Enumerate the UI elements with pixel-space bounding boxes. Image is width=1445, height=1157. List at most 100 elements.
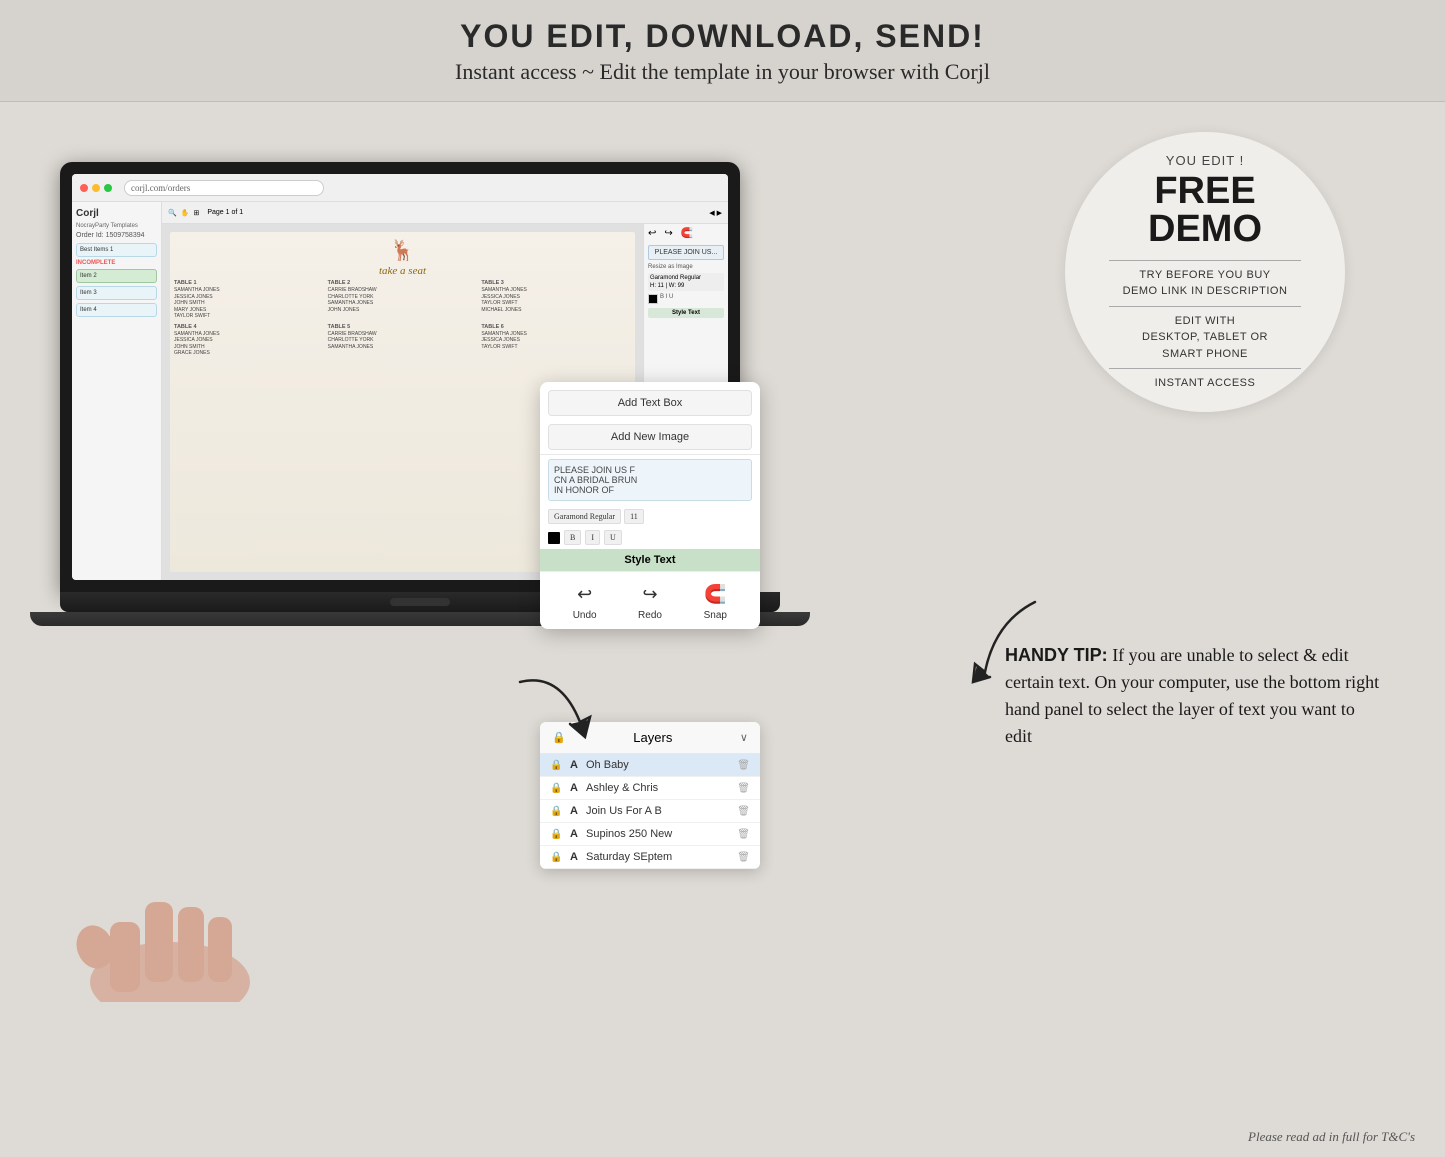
add-text-box-btn[interactable]: Add Text Box <box>548 390 752 416</box>
layer-lock-4: 🔒 <box>550 852 562 863</box>
layer-name-1: Ashley & Chris <box>586 782 731 794</box>
layer-delete-4[interactable]: 🗑 <box>737 852 750 863</box>
table-col-5: TABLE 5 CARRIE BRADSHAWCHARLOTTE YORKSAM… <box>328 324 478 357</box>
corjl-logo: Corjl <box>76 206 157 223</box>
panel-color-row: B I U <box>648 294 724 304</box>
table-label-6: TABLE 6 <box>481 324 631 330</box>
demo-free-label: FREE <box>1154 172 1255 210</box>
corjl-brand: NocrayParty Templates <box>76 223 157 229</box>
bold-btn[interactable]: B <box>564 530 581 545</box>
layer-item-2[interactable]: 🔒 A Join Us For A B 🗑 <box>540 800 760 823</box>
layer-delete-0[interactable]: 🗑 <box>737 760 750 771</box>
redo-tool[interactable]: ↪ Redo <box>636 580 664 621</box>
main-area: corjl.com/orders Corjl NocrayParty Templ… <box>0 102 1445 1157</box>
panel-undo-icon: ↩ <box>648 228 656 239</box>
toolbar-zoom: 🔍 <box>168 209 177 217</box>
layer-type-2: A <box>568 805 580 817</box>
demo-edit-with: EDIT WITH <box>1175 313 1236 330</box>
add-new-image-btn[interactable]: Add New Image <box>548 424 752 450</box>
panel-text-edit: PLEASE JOIN US... <box>648 245 724 260</box>
table-col-3: TABLE 3 SAMANTHA JONESJESSICA JONESTAYLO… <box>481 280 631 320</box>
table-1-names: SAMANTHA JONESJESSICA JONESJOHN SMITHMAR… <box>174 287 324 320</box>
corjl-sidebar: Corjl NocrayParty Templates Order Id: 15… <box>72 202 162 580</box>
table-label-1: TABLE 1 <box>174 280 324 286</box>
snap-tool[interactable]: 🧲 Snap <box>701 580 729 621</box>
demo-divider-3 <box>1109 368 1301 369</box>
panel-snap-icon: 🧲 <box>681 228 693 239</box>
demo-divider-2 <box>1109 306 1301 307</box>
panel-font-settings: Garamond Regular H: 11 | W: 99 <box>648 273 724 291</box>
redo-label: Redo <box>638 610 662 621</box>
layer-type-1: A <box>568 782 580 794</box>
table-col-2: TABLE 2 CARRIE BRADSHAWCHARLOTTE YORKSAM… <box>328 280 478 320</box>
toolbar-crop: ⊞ <box>193 209 199 217</box>
demo-demo-label: DEMO <box>1148 210 1262 248</box>
demo-instant: INSTANT ACCESS <box>1155 375 1256 392</box>
demo-phone: SMART PHONE <box>1162 346 1248 363</box>
table-4-names: SAMANTHA JONESJESSICA JONESJOHN SMITHGRA… <box>174 331 324 357</box>
undo-icon: ↩ <box>571 580 599 608</box>
banner-title: YOU EDIT, DOWNLOAD, SEND! <box>0 18 1445 55</box>
demo-you-edit-label: YOU EDIT ! <box>1166 153 1244 168</box>
undo-tool[interactable]: ↩ Undo <box>571 580 599 621</box>
toolbar-hand: ✋ <box>181 209 190 217</box>
table-col-4: TABLE 4 SAMANTHA JONESJESSICA JONESJOHN … <box>174 324 324 357</box>
corjl-sidebar-item-3: Item 3 <box>76 286 157 300</box>
italic-btn[interactable]: I <box>585 530 600 545</box>
table-col-1: TABLE 1 SAMANTHA JONESJESSICA JONESJOHN … <box>174 280 324 320</box>
snap-icon: 🧲 <box>701 580 729 608</box>
layers-list: 🔒 A Oh Baby 🗑 🔒 A Ashley & Chris 🗑 🔒 A J… <box>540 754 760 869</box>
browser-dot-red <box>80 184 88 192</box>
layer-lock-1: 🔒 <box>550 783 562 794</box>
mobile-text-editor: PLEASE JOIN US FCN A BRIDAL BRUNIN HONOR… <box>548 459 752 501</box>
table-3-names: SAMANTHA JONESJESSICA JONESTAYLOR SWIFTM… <box>481 287 631 313</box>
free-demo-circle: YOU EDIT ! FREE DEMO TRY BEFORE YOU BUY … <box>1065 132 1345 412</box>
corjl-order: Order Id: 1509758394 <box>76 232 157 239</box>
table-label-5: TABLE 5 <box>328 324 478 330</box>
layers-chevron: ∨ <box>740 731 748 744</box>
layer-delete-1[interactable]: 🗑 <box>737 783 750 794</box>
banner-subtitle: Instant access ~ Edit the template in yo… <box>0 59 1445 85</box>
table-col-6: TABLE 6 SAMANTHA JONESJESSICA JONESTAYLO… <box>481 324 631 357</box>
browser-chrome: corjl.com/orders <box>72 174 728 202</box>
demo-link: DEMO LINK IN DESCRIPTION <box>1123 283 1288 300</box>
panel-divider <box>540 454 760 455</box>
color-swatch <box>548 532 560 544</box>
table-2-names: CARRIE BRADSHAWCHARLOTTE YORKSAMANTHA JO… <box>328 287 478 313</box>
toolbar-page: Page 1 of 1 <box>207 209 243 216</box>
layer-item-1[interactable]: 🔒 A Ashley & Chris 🗑 <box>540 777 760 800</box>
layer-item-3[interactable]: 🔒 A Supinos 250 New 🗑 <box>540 823 760 846</box>
corjl-sidebar-item-4: Item 4 <box>76 303 157 317</box>
undo-label: Undo <box>573 610 597 621</box>
snap-label: Snap <box>704 610 727 621</box>
layer-item-4[interactable]: 🔒 A Saturday SEptem 🗑 <box>540 846 760 869</box>
underline-btn[interactable]: U <box>604 530 622 545</box>
table-6-names: SAMANTHA JONESJESSICA JONESTAYLOR SWIFT <box>481 331 631 351</box>
demo-divider-1 <box>1109 260 1301 261</box>
layer-type-3: A <box>568 828 580 840</box>
layer-delete-3[interactable]: 🗑 <box>737 829 750 840</box>
bottom-disclaimer: Please read ad in full for T&C's <box>1248 1129 1415 1145</box>
layer-name-2: Join Us For A B <box>586 805 731 817</box>
table-label-2: TABLE 2 <box>328 280 478 286</box>
table-label-3: TABLE 3 <box>481 280 631 286</box>
browser-dot-yellow <box>92 184 100 192</box>
layer-delete-2[interactable]: 🗑 <box>737 806 750 817</box>
mobile-panel: Add Text Box Add New Image PLEASE JOIN U… <box>540 382 760 629</box>
hand-svg <box>50 802 350 1002</box>
panel-style-text: Style Text <box>648 308 724 318</box>
panel-section-undo: ↩ ↪ 🧲 <box>648 228 724 239</box>
panel-redo-icon: ↪ <box>664 228 672 239</box>
layer-type-4: A <box>568 851 580 863</box>
style-text-btn[interactable]: Style Text <box>540 549 760 571</box>
demo-devices: DESKTOP, TABLET OR <box>1142 329 1268 346</box>
corjl-toolbar: 🔍 ✋ ⊞ Page 1 of 1 ◀ ▶ <box>162 202 728 224</box>
seating-tables: TABLE 1 SAMANTHA JONESJESSICA JONESJOHN … <box>174 280 631 357</box>
arrow-2 <box>955 582 1055 702</box>
top-banner: YOU EDIT, DOWNLOAD, SEND! Instant access… <box>0 0 1445 102</box>
incomplete-badge: INCOMPLETE <box>76 260 157 266</box>
redo-icon: ↪ <box>636 580 664 608</box>
format-size[interactable]: 11 <box>624 509 644 524</box>
format-font[interactable]: Garamond Regular <box>548 509 621 524</box>
demo-try: TRY BEFORE YOU BUY <box>1139 267 1270 284</box>
